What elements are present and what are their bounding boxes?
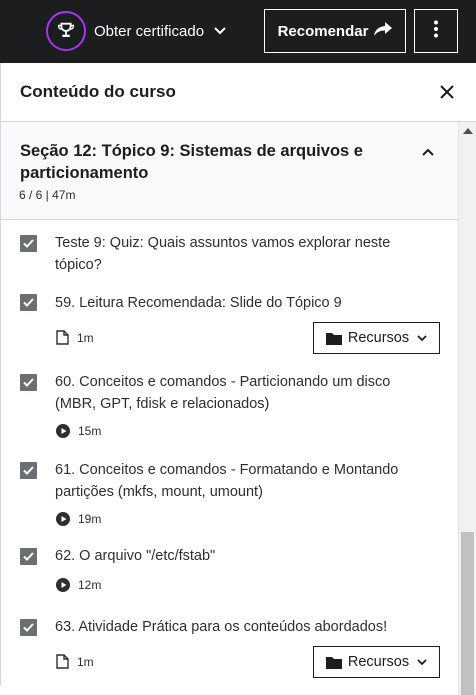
lecture-duration: 19m bbox=[78, 512, 102, 526]
chevron-up-icon bbox=[421, 144, 435, 162]
resources-button[interactable]: Recursos bbox=[313, 322, 440, 354]
recommend-label: Recomendar bbox=[277, 22, 369, 40]
resources-label: Recursos bbox=[347, 654, 410, 670]
lecture-title: Teste 9: Quiz: Quais assuntos vamos expl… bbox=[55, 235, 391, 273]
more-options-button[interactable] bbox=[414, 9, 458, 53]
section-title: Seção 12: Tópico 9: Sistemas de arquivos… bbox=[20, 142, 363, 182]
certificate-dropdown[interactable]: Obter certificado bbox=[46, 11, 226, 51]
check-icon bbox=[23, 552, 34, 561]
lecture-list: Teste 9: Quiz: Quais assuntos vamos expl… bbox=[0, 220, 458, 685]
lecture-title: 62. O arquivo "/etc/fstab" bbox=[55, 548, 216, 564]
lecture-title: 61. Conceitos e comandos - Formatando e … bbox=[55, 462, 399, 500]
list-item[interactable]: 63. Atividade Prática para os conteúdos … bbox=[1, 609, 458, 685]
lecture-meta: 19m bbox=[56, 512, 101, 526]
section-meta: 6 / 6 | 47m bbox=[19, 188, 76, 202]
folder-icon bbox=[325, 656, 342, 669]
lecture-duration: 1m bbox=[77, 330, 94, 345]
folder-icon bbox=[325, 332, 342, 345]
check-icon bbox=[23, 378, 34, 387]
lecture-duration: 12m bbox=[78, 578, 102, 592]
section-header[interactable]: Seção 12: Tópico 9: Sistemas de arquivos… bbox=[0, 122, 458, 220]
lecture-title: 60. Conceitos e comandos - Particionando… bbox=[55, 374, 391, 412]
check-icon bbox=[23, 298, 34, 307]
close-icon bbox=[440, 85, 454, 99]
trophy-icon bbox=[46, 11, 86, 51]
play-icon bbox=[56, 512, 70, 526]
list-item[interactable]: 60. Conceitos e comandos - Particionando… bbox=[1, 368, 458, 455]
play-icon bbox=[56, 424, 70, 438]
list-item[interactable]: 59. Leitura Recomendada: Slide do Tópico… bbox=[1, 287, 458, 368]
lecture-meta: 1m bbox=[56, 654, 94, 669]
completed-checkbox[interactable] bbox=[20, 619, 37, 636]
certificate-label: Obter certificado bbox=[94, 22, 205, 40]
chevron-down-icon bbox=[214, 27, 226, 35]
scrollbar[interactable] bbox=[458, 122, 476, 695]
top-bar: Obter certificado Recomendar bbox=[0, 0, 476, 63]
scroll-up-arrow-icon[interactable] bbox=[463, 128, 473, 134]
recommend-button[interactable]: Recomendar bbox=[264, 9, 406, 53]
resources-button[interactable]: Recursos bbox=[313, 646, 440, 678]
file-icon bbox=[56, 654, 69, 669]
completed-checkbox[interactable] bbox=[20, 548, 37, 565]
lecture-duration: 15m bbox=[78, 424, 102, 438]
file-icon bbox=[56, 330, 69, 345]
completed-checkbox[interactable] bbox=[20, 462, 37, 479]
list-item[interactable]: 61. Conceitos e comandos - Formatando e … bbox=[1, 455, 458, 542]
close-button[interactable] bbox=[436, 81, 458, 103]
check-icon bbox=[23, 623, 34, 632]
share-arrow-icon bbox=[368, 22, 393, 40]
vertical-dots-icon bbox=[433, 20, 439, 43]
lecture-meta: 15m bbox=[56, 424, 101, 438]
lecture-title: 63. Atividade Prática para os conteúdos … bbox=[55, 619, 388, 635]
completed-checkbox[interactable] bbox=[20, 294, 37, 311]
lecture-title: 59. Leitura Recomendada: Slide do Tópico… bbox=[55, 295, 342, 311]
play-icon bbox=[56, 578, 70, 592]
chevron-down-icon bbox=[417, 658, 427, 665]
completed-checkbox[interactable] bbox=[20, 235, 37, 252]
scrollbar-thumb[interactable] bbox=[461, 532, 474, 695]
lecture-meta: 1m bbox=[56, 330, 94, 345]
resources-label: Recursos bbox=[347, 330, 410, 346]
lecture-meta: 12m bbox=[56, 578, 101, 592]
course-content-header: Conteúdo do curso bbox=[0, 63, 476, 122]
completed-checkbox[interactable] bbox=[20, 374, 37, 391]
list-item[interactable]: Teste 9: Quiz: Quais assuntos vamos expl… bbox=[1, 220, 458, 287]
chevron-down-icon bbox=[417, 334, 427, 341]
check-icon bbox=[23, 239, 34, 248]
lecture-duration: 1m bbox=[77, 654, 94, 669]
check-icon bbox=[23, 466, 34, 475]
list-item[interactable]: 62. O arquivo "/etc/fstab" 12m bbox=[1, 542, 458, 609]
panel-title: Conteúdo do curso bbox=[20, 82, 176, 101]
